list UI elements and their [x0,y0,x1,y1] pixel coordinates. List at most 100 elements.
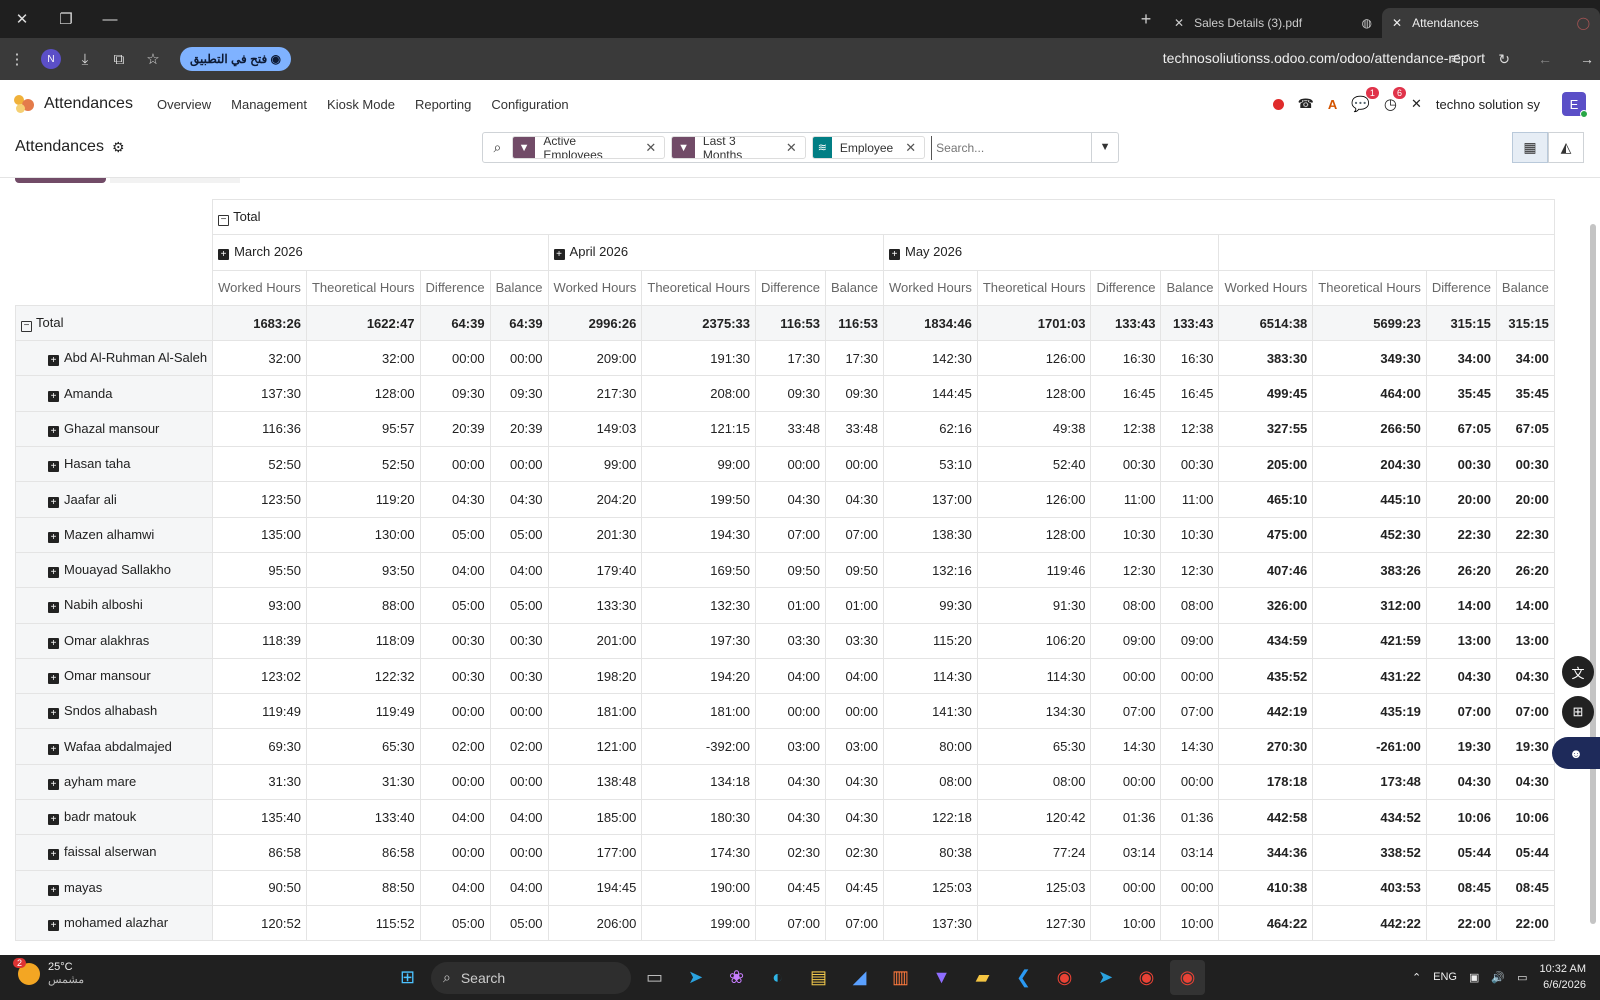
menu-overview[interactable]: Overview [157,97,211,112]
scrollbar[interactable] [1590,180,1598,955]
pivot-cell[interactable]: 349:30 [1312,340,1427,377]
telegram-icon[interactable]: ➤ [678,960,713,995]
pivot-cell[interactable]: 07:00 [825,904,884,942]
pivot-cell[interactable]: 132:16 [883,551,978,589]
pivot-cell[interactable]: 00:00 [489,340,549,377]
pivot-cell[interactable]: 133:43 [1090,304,1162,342]
pivot-cell[interactable]: 00:30 [489,622,549,659]
pivot-cell[interactable]: 35:45 [1425,375,1497,412]
pivot-cell[interactable]: 198:20 [547,657,643,695]
pivot-cell[interactable]: 04:30 [825,763,884,801]
pivot-cell[interactable]: 00:00 [419,446,491,483]
pivot-cell[interactable]: 197:30 [641,622,756,659]
pivot-cell[interactable]: 133:43 [1160,304,1220,342]
pivot-cell[interactable]: 149:03 [547,410,643,448]
pivot-cell[interactable]: 65:30 [305,728,421,765]
pivot-cell[interactable]: 116:36 [212,410,307,448]
pivot-cell[interactable]: 00:30 [1425,446,1497,483]
pivot-cell[interactable]: 09:30 [489,375,549,412]
pivot-cell[interactable]: 04:30 [825,799,884,836]
pivot-cell[interactable]: 204:20 [547,481,643,518]
pivot-cell[interactable]: 126:00 [976,481,1092,518]
pivot-cell[interactable]: 6514:38 [1218,304,1314,342]
pivot-cell[interactable]: 127:30 [976,904,1092,942]
measure-header[interactable]: Balance [1160,269,1220,306]
pivot-cell[interactable]: 442:58 [1218,799,1314,836]
pivot-cell[interactable]: 12:30 [1160,551,1220,589]
pivot-cell[interactable]: 169:50 [641,551,756,589]
pivot-cell[interactable]: 95:57 [305,410,421,448]
pivot-cell[interactable]: 338:52 [1312,834,1427,871]
open-in-app-button[interactable]: فتح في التطبيق ◉ [180,47,292,71]
pivot-cell[interactable]: 10:06 [1425,799,1497,836]
url-text[interactable]: technosoliutionss.odoo.com/odoo/attendan… [1163,50,1485,66]
pivot-cell[interactable]: 04:00 [489,799,549,836]
pivot-cell[interactable]: 114:30 [976,657,1092,695]
pivot-cell[interactable]: 407:46 [1218,551,1314,589]
pivot-cell[interactable]: 499:45 [1218,375,1314,412]
pivot-cell[interactable]: 123:50 [212,481,307,518]
pivot-cell[interactable]: 05:00 [489,587,549,624]
weather-widget[interactable]: 2 25°C مشمس [13,957,84,986]
pivot-cell[interactable]: 08:00 [976,763,1092,801]
row-header-employee[interactable]: + Jaafar ali [14,481,214,518]
pivot-cell[interactable]: 179:40 [547,551,643,589]
pivot-cell[interactable]: 464:00 [1312,375,1427,412]
pivot-cell[interactable]: 190:00 [641,869,756,906]
assistant-bot-icon[interactable]: ☻ [1552,737,1600,769]
translate-icon[interactable]: 文 [1562,656,1594,688]
reload-icon[interactable]: ↻ [1498,51,1510,68]
pivot-cell[interactable]: 14:30 [1090,728,1162,765]
pivot-cell[interactable]: 134:30 [976,693,1092,730]
pivot-cell[interactable]: 403:53 [1312,869,1427,906]
pivot-cell[interactable]: 174:30 [641,834,756,871]
pivot-cell[interactable]: 01:36 [1160,799,1220,836]
pivot-cell[interactable]: 93:50 [305,551,421,589]
pivot-cell[interactable]: 03:30 [754,622,827,659]
pivot-cell[interactable]: 93:00 [212,587,307,624]
pivot-cell[interactable]: 62:16 [883,410,978,448]
store-icon[interactable]: ▤ [801,960,836,995]
pivot-cell[interactable]: 22:30 [1495,516,1555,553]
pivot-cell[interactable]: 194:20 [641,657,756,695]
pivot-cell[interactable]: 181:00 [547,693,643,730]
pivot-cell[interactable]: 383:30 [1218,340,1314,377]
pivot-cell[interactable]: 07:00 [754,516,827,553]
restore-window-icon[interactable]: ❐ [44,0,88,38]
pivot-cell[interactable]: 19:30 [1425,728,1497,765]
pivot-cell[interactable]: 181:00 [641,693,756,730]
row-header-employee[interactable]: + ayham mare [14,763,214,801]
pivot-cell[interactable]: 452:30 [1312,516,1427,553]
pivot-cell[interactable]: 194:30 [641,516,756,553]
measure-header[interactable]: Difference [419,269,491,306]
close-tab-icon[interactable]: ✕ [1392,16,1402,30]
forward-icon[interactable]: → [1580,51,1594,67]
pivot-cell[interactable]: 122:32 [305,657,421,695]
pivot-cell[interactable]: 137:30 [212,375,307,412]
pivot-cell[interactable]: 00:00 [754,446,827,483]
pivot-cell[interactable]: 132:30 [641,587,756,624]
site-settings-icon[interactable]: ⚟ [1450,51,1463,68]
pivot-cell[interactable]: 08:00 [1090,587,1162,624]
chat-icon[interactable]: 💬 1 [1351,87,1379,113]
pivot-cell[interactable]: 33:48 [825,410,884,448]
pivot-cell[interactable]: 31:30 [212,763,307,801]
pivot-cell[interactable]: 00:30 [419,622,491,659]
pivot-cell[interactable]: 04:00 [419,551,491,589]
pivot-cell[interactable]: 04:30 [754,799,827,836]
col-header-month[interactable]: + May 2026 [882,234,1220,271]
pivot-cell[interactable]: 07:00 [825,516,884,553]
extensions-icon[interactable]: ⧉ [102,51,136,68]
pivot-cell[interactable]: 99:00 [547,446,643,483]
pivot-cell[interactable]: 327:55 [1218,410,1314,448]
pivot-cell[interactable]: 16:45 [1160,375,1220,412]
pivot-cell[interactable]: 90:50 [212,869,307,906]
pivot-cell[interactable]: 00:30 [1495,446,1555,483]
pivot-cell[interactable]: 1701:03 [976,304,1092,342]
tab-attendances[interactable]: ✕ Attendances ◯ [1382,8,1600,38]
pivot-cell[interactable]: 209:00 [547,340,643,377]
pivot-cell[interactable]: 34:00 [1495,340,1555,377]
windows-start-icon[interactable]: ⊞ [390,960,425,995]
pivot-cell[interactable]: 205:00 [1218,446,1314,483]
telegram-icon[interactable]: ➤ [1088,960,1123,995]
